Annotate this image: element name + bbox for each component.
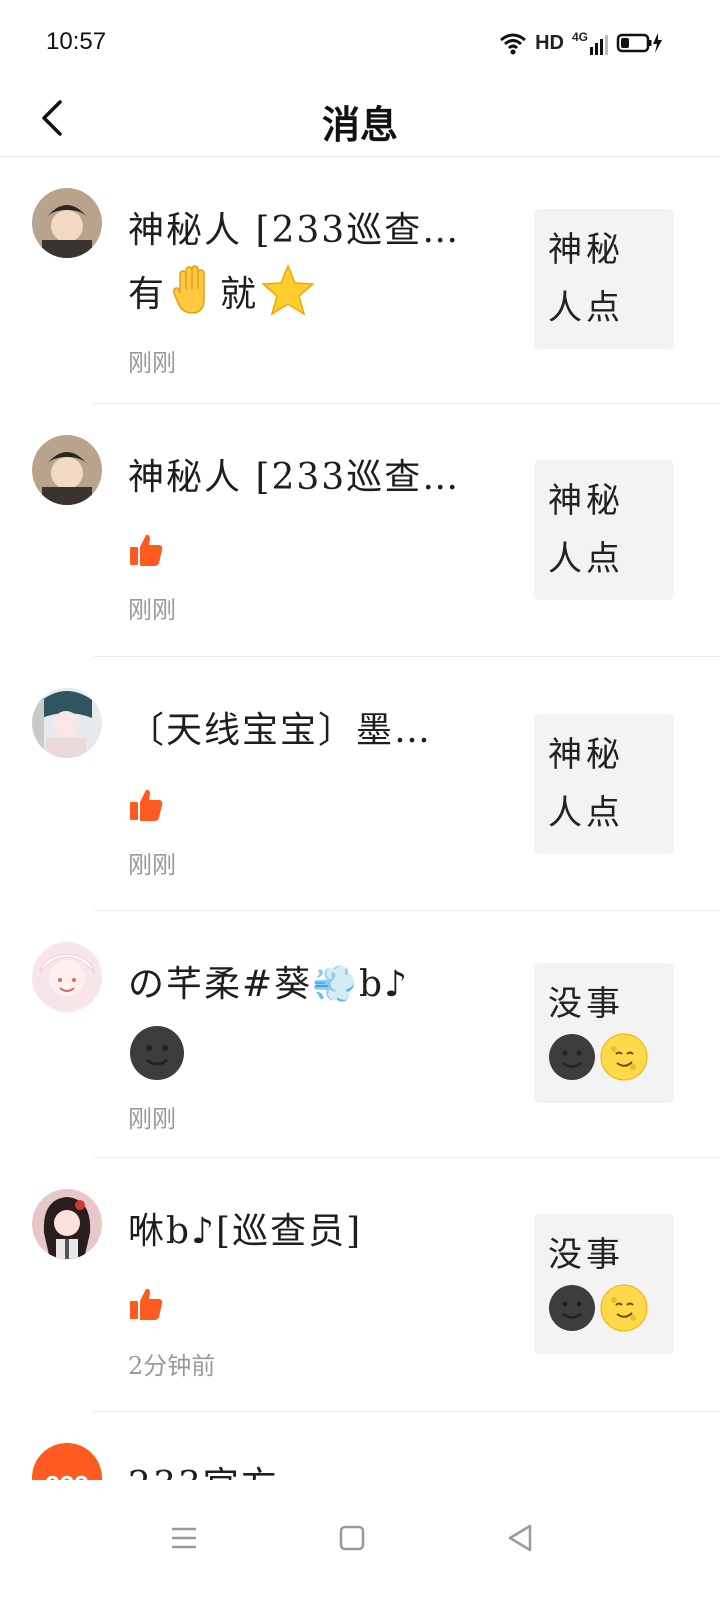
list-item[interactable]: 神秘人 [233巡查… 有 就 刚刚 神秘人点 [0,157,720,404]
post-preview[interactable]: 没事 [534,963,674,1103]
message-content: 有 就 [128,261,316,321]
message-content [128,1023,186,1083]
avatar[interactable] [32,435,102,505]
avatar[interactable] [32,1189,102,1259]
list-item[interactable]: 〔天线宝宝〕墨… 刚刚 神秘人点 [0,657,720,911]
square-home-icon [339,1525,365,1551]
preview-text: 没事 [548,1235,624,1275]
list-item[interactable]: 咻b♪[巡查员] 2分钟前 没事 [0,1158,720,1412]
status-icons: HD 4G [499,28,664,58]
navigation-bar [0,1480,720,1600]
message-time: 刚刚 [128,851,176,879]
page-title: 消息 [321,102,398,147]
new-moon-face-icon [130,1026,184,1080]
avatar[interactable] [32,188,102,258]
thumbs-up-icon [130,1288,163,1320]
system-back-button[interactable] [490,1508,550,1568]
avatar[interactable] [32,942,102,1012]
sender-name: 神秘人 [233巡查… [128,210,461,251]
preview-text: 没事 [548,984,624,1024]
post-preview[interactable]: 没事 [534,1214,674,1354]
signal-icon: 4G [572,31,608,55]
menu-button[interactable] [154,1508,214,1568]
status-bar: 10:57 HD 4G [0,0,720,84]
first-quarter-moon-face-icon [600,1284,648,1332]
preview-emojis [548,1033,660,1081]
sender-name: 233官方 [128,1456,498,1480]
message-content [128,1274,164,1334]
header: 消息 [0,84,720,157]
thumbs-up-icon [130,534,163,566]
status-time: 10:57 [46,28,107,55]
list-item[interactable]: の芊柔#葵💨b♪ 刚刚 没事 [0,911,720,1158]
new-moon-face-icon [549,1285,595,1331]
list-item[interactable]: 233 233官方 [0,1412,720,1480]
menu-icon [172,1527,196,1549]
battery-icon [616,33,662,53]
preview-emojis [548,1284,660,1332]
post-preview[interactable]: 神秘人点 [534,209,674,349]
avatar[interactable]: 233 [32,1443,102,1480]
message-content [128,775,164,835]
message-time: 刚刚 [128,596,176,624]
sender-name: 咻b♪[巡查员] [128,1211,363,1252]
network-type: 4G [571,30,588,44]
post-preview[interactable]: 神秘人点 [534,714,674,854]
wifi-icon [500,33,527,55]
content-text: 有 [128,274,165,315]
message-content [128,520,164,580]
thumbs-up-icon [130,789,163,821]
message-time: 刚刚 [128,1105,176,1133]
sender-name: 神秘人 [233巡查… [128,457,461,498]
sender-name: 〔天线宝宝〕墨… [128,710,433,751]
list-item[interactable]: 神秘人 [233巡查… 刚刚 神秘人点 [0,404,720,657]
sender-name: の芊柔#葵💨b♪ [128,964,410,1005]
triangle-back-icon [508,1524,532,1552]
hd-label: HD [535,31,564,54]
message-list[interactable]: 神秘人 [233巡查… 有 就 刚刚 神秘人点 神秘人 [233巡查… 刚刚 神… [0,157,720,1480]
star-icon [261,264,315,316]
new-moon-face-icon [549,1034,595,1080]
avatar[interactable] [32,688,102,758]
raised-hand-icon [173,265,205,314]
avatar-logo-text: 233 [45,1470,88,1481]
post-preview[interactable]: 神秘人点 [534,460,674,600]
first-quarter-moon-face-icon [600,1033,648,1081]
home-button[interactable] [322,1508,382,1568]
message-time: 刚刚 [128,349,176,377]
content-text: 就 [220,274,257,315]
message-time: 2分钟前 [128,1352,216,1380]
